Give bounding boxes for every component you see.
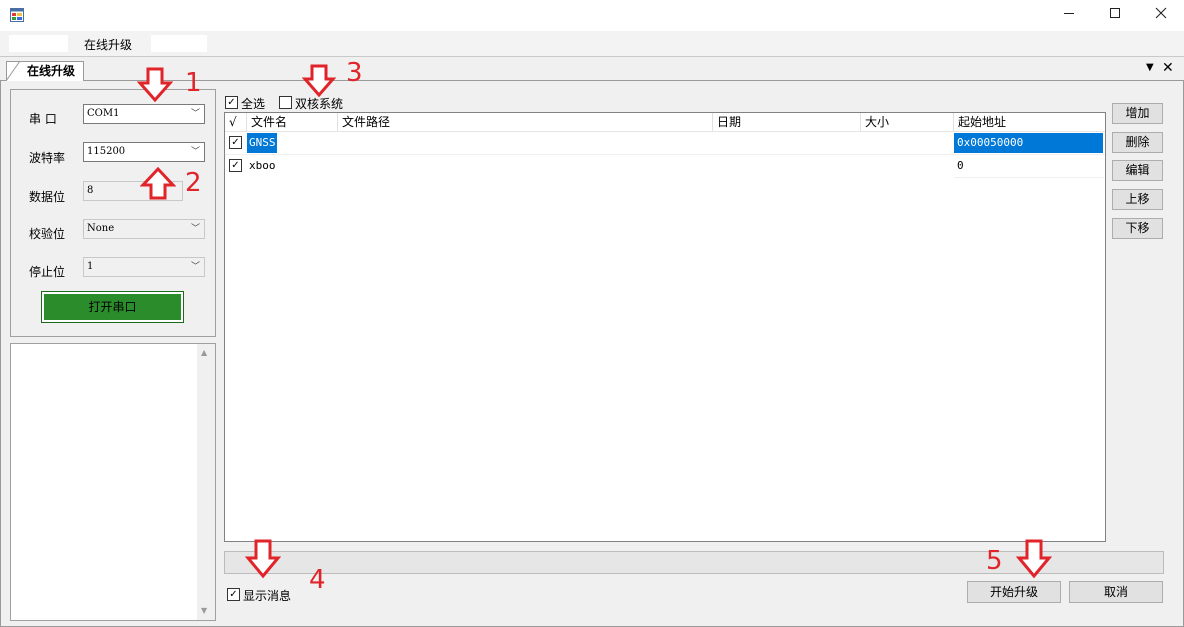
minimize-button[interactable] [1046,0,1092,31]
delete-button[interactable]: 删除 [1112,132,1163,153]
column-header-check[interactable]: √ [225,113,247,131]
open-port-button[interactable]: 打开串口 [41,291,184,323]
select-all-label: 全选 [241,97,266,111]
title-bar [0,0,1184,31]
chevron-down-icon: ﹀ [190,147,200,157]
stopbits-value: 1 [87,261,94,272]
baud-label: 波特率 [29,151,66,165]
parity-label: 校验位 [29,227,66,241]
chevron-down-icon: ﹀ [190,109,200,119]
row-address: 0x00050000 [954,133,1103,153]
log-textbox[interactable] [10,343,216,621]
databits-value: 8 [87,185,94,196]
move-down-button[interactable]: 下移 [1112,218,1163,239]
column-header-filename[interactable]: 文件名 [247,113,338,131]
row-checkbox[interactable]: ✓ [229,136,242,149]
row-checkbox[interactable]: ✓ [229,159,242,172]
app-icon [10,8,24,22]
row-filename: GNSS [247,133,277,153]
chevron-down-icon: ﹀ [190,262,200,272]
annotation-arrow-down-icon [137,67,173,103]
dual-core-checkbox[interactable] [279,96,292,109]
column-header-address[interactable]: 起始地址 [954,113,1104,131]
chevron-down-icon: ﹀ [190,224,200,234]
stopbits-select[interactable]: 1 ﹀ [83,257,205,277]
databits-label: 数据位 [29,190,66,204]
row-divider [225,154,1105,155]
move-up-button[interactable]: 上移 [1112,189,1163,210]
parity-select[interactable]: None ﹀ [83,219,205,239]
maximize-icon [1110,8,1120,18]
annotation-number: 5 [986,546,1003,576]
column-header-date[interactable]: 日期 [713,113,861,131]
annotation-arrow-down-icon [302,64,336,98]
tab-strip [0,56,1184,81]
cancel-button[interactable]: 取消 [1069,581,1163,603]
baud-select[interactable]: 115200 ﹀ [83,142,205,162]
annotation-arrow-down-icon [1016,539,1052,579]
close-icon [1155,7,1167,19]
tab-edge [6,60,20,81]
maximize-button[interactable] [1092,0,1138,31]
row-filename: xboo [249,159,276,172]
annotation-arrow-up-icon [140,167,176,200]
annotation-number: 3 [346,58,363,88]
annotation-number: 4 [309,565,326,595]
scroll-down-icon[interactable]: ▼ [201,606,207,615]
row-address: 0 [957,159,964,172]
stopbits-label: 停止位 [29,265,66,279]
select-all-checkbox[interactable]: ✓ [225,96,238,109]
log-scrollbar[interactable] [197,344,215,620]
start-upgrade-button[interactable]: 开始升级 [967,581,1061,603]
menu-item-blank[interactable] [9,35,68,52]
annotation-number: 2 [185,168,202,198]
parity-value: None [87,223,115,234]
annotation-number: 1 [185,68,202,98]
minimize-icon [1064,13,1074,14]
baud-value: 115200 [87,146,126,157]
header-divider [225,131,1105,132]
show-messages-checkbox[interactable]: ✓ [227,588,240,601]
menu-item-online-upgrade[interactable]: 在线升级 [84,36,132,53]
row-divider [954,177,1104,178]
port-value: COM1 [87,108,120,119]
add-button[interactable]: 增加 [1112,103,1163,124]
column-header-size[interactable]: 大小 [861,113,954,131]
edit-button[interactable]: 编辑 [1112,160,1163,181]
tab-close-icon[interactable]: ✕ [1162,60,1174,76]
scroll-up-icon[interactable]: ▲ [201,348,207,357]
port-label: 串 口 [29,112,57,126]
close-button[interactable] [1138,0,1184,31]
column-header-path[interactable]: 文件路径 [338,113,713,131]
annotation-arrow-down-icon [245,539,281,579]
menu-item-blank[interactable] [151,35,207,52]
port-select[interactable]: COM1 ﹀ [83,104,205,124]
tab-list-dropdown-icon[interactable]: ▼ [1146,62,1154,73]
show-messages-label: 显示消息 [243,589,292,603]
